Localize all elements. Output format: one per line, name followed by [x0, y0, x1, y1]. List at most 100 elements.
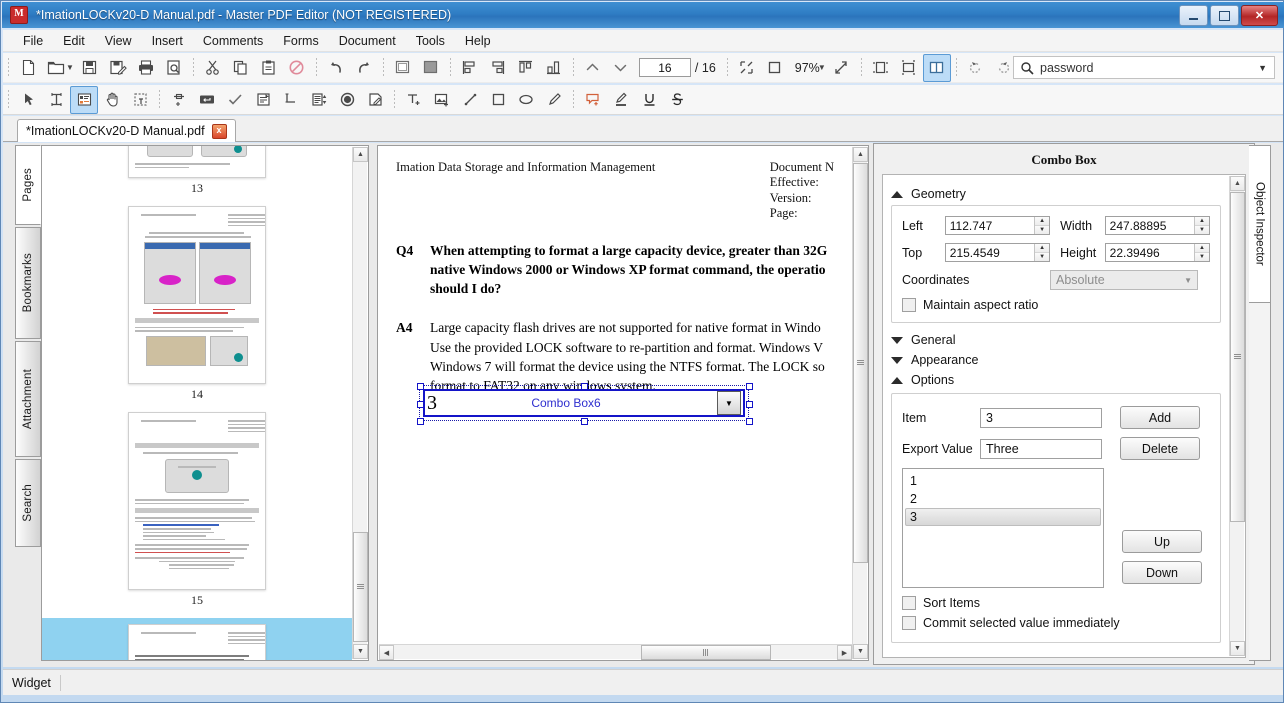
scroll-down-icon[interactable]: ▼	[1230, 641, 1245, 656]
combo-box-field[interactable]: 3 Combo Box6 ▼	[423, 389, 745, 417]
section-general[interactable]: General	[891, 333, 1221, 347]
insert-page-icon[interactable]	[389, 54, 417, 82]
left-spinbox[interactable]: 112.747 ▲ ▼	[944, 216, 1051, 235]
width-spinner[interactable]: ▲ ▼	[1194, 217, 1209, 234]
viewer-horizontal-scrollbar[interactable]: ◀ ▶	[379, 644, 852, 660]
highlight-icon[interactable]	[607, 86, 635, 114]
left-spinner[interactable]: ▲ ▼	[1034, 217, 1050, 234]
commit-value-checkbox[interactable]	[902, 616, 916, 630]
pencil-icon[interactable]	[540, 86, 568, 114]
resize-handle-se[interactable]	[746, 418, 753, 425]
list-item-selected[interactable]: 3	[905, 508, 1101, 526]
menu-forms[interactable]: Forms	[273, 31, 328, 51]
checkbox-field-icon[interactable]	[221, 86, 249, 114]
scroll-up-icon[interactable]: ▲	[853, 147, 868, 162]
insert-blank-page-icon[interactable]	[417, 54, 445, 82]
maximize-button[interactable]	[1210, 5, 1239, 26]
thumbnail-list[interactable]: 13 14 15	[42, 146, 352, 660]
print-icon[interactable]	[132, 54, 160, 82]
resize-handle-e[interactable]	[746, 401, 753, 408]
close-button[interactable]: ✕	[1241, 5, 1278, 26]
pdf-page[interactable]: Imation Data Storage and Information Man…	[378, 146, 852, 644]
paste-icon[interactable]	[255, 54, 283, 82]
fit-width-icon[interactable]	[895, 54, 923, 82]
resize-handle-nw[interactable]	[417, 383, 424, 390]
combo-box-widget[interactable]: 3 Combo Box6 ▼	[417, 383, 753, 425]
height-value[interactable]: 22.39496	[1106, 246, 1194, 260]
select-tool-icon[interactable]	[14, 86, 42, 114]
object-inspector-tab[interactable]: Object Inspector	[1249, 145, 1271, 303]
list-item[interactable]: 2	[905, 490, 1101, 508]
text-field-icon[interactable]	[249, 86, 277, 114]
minimize-button[interactable]	[1179, 5, 1208, 26]
scrollbar-thumb[interactable]	[353, 532, 368, 642]
section-options[interactable]: Options	[891, 373, 1221, 387]
add-button[interactable]: Add	[1120, 406, 1200, 429]
thumbnails-vertical-scrollbar[interactable]: ▲ ▼	[352, 147, 368, 659]
maintain-aspect-checkbox[interactable]	[902, 298, 916, 312]
page-number-input[interactable]: 16	[638, 58, 691, 77]
items-listbox[interactable]: 1 2 3	[902, 468, 1104, 588]
menu-tools[interactable]: Tools	[406, 31, 455, 51]
thumbnail-item[interactable]: 14	[62, 206, 332, 412]
options-row-commit[interactable]: Commit selected value immediately	[902, 616, 1210, 630]
menu-comments[interactable]: Comments	[193, 31, 273, 51]
export-value-input[interactable]: Three	[980, 438, 1102, 459]
sidebar-item-attachment[interactable]: Attachment	[15, 341, 41, 457]
undo-icon[interactable]	[322, 54, 350, 82]
zoom-actual-icon[interactable]	[761, 54, 789, 82]
list-box-icon[interactable]	[305, 86, 333, 114]
scroll-up-icon[interactable]: ▲	[1230, 176, 1245, 191]
top-spinner[interactable]: ▲ ▼	[1034, 244, 1050, 261]
scroll-down-icon[interactable]: ▼	[353, 644, 368, 659]
section-geometry[interactable]: Geometry	[891, 187, 1221, 201]
sidebar-item-bookmarks[interactable]: Bookmarks	[15, 227, 41, 339]
add-text-icon[interactable]	[400, 86, 428, 114]
print-preview-icon[interactable]	[160, 54, 188, 82]
thumbnail-item[interactable]: 15	[62, 412, 332, 618]
strikeout-icon[interactable]	[663, 86, 691, 114]
zoom-fit-icon[interactable]	[733, 54, 761, 82]
height-spinner[interactable]: ▲ ▼	[1194, 244, 1209, 261]
menu-edit[interactable]: Edit	[53, 31, 95, 51]
underline-icon[interactable]	[635, 86, 663, 114]
width-value[interactable]: 247.88895	[1106, 219, 1194, 233]
sort-items-checkbox[interactable]	[902, 596, 916, 610]
left-value[interactable]: 112.747	[946, 219, 1034, 233]
rectangle-icon[interactable]	[484, 86, 512, 114]
add-image-icon[interactable]	[428, 86, 456, 114]
search-box[interactable]: password ▼	[1013, 56, 1275, 79]
hand-tool-icon[interactable]	[98, 86, 126, 114]
signature-field-icon[interactable]	[277, 86, 305, 114]
push-button-icon[interactable]	[193, 86, 221, 114]
thumbnail-item[interactable]: 13	[62, 146, 332, 206]
sidebar-item-search[interactable]: Search	[15, 459, 41, 547]
sidebar-item-pages[interactable]: Pages	[15, 145, 41, 225]
geometry-row-aspect[interactable]: Maintain aspect ratio	[902, 298, 1210, 312]
list-item[interactable]: 1	[905, 472, 1101, 490]
align-left-icon[interactable]	[456, 54, 484, 82]
next-page-icon[interactable]	[607, 54, 635, 82]
ellipse-icon[interactable]	[512, 86, 540, 114]
align-top-icon[interactable]	[512, 54, 540, 82]
open-dropdown-caret-icon[interactable]: ▼	[66, 63, 74, 72]
scrollbar-thumb[interactable]	[641, 645, 771, 660]
select-area-icon[interactable]	[126, 86, 154, 114]
align-bottom-icon[interactable]	[540, 54, 568, 82]
width-spinbox[interactable]: 247.88895 ▲ ▼	[1104, 216, 1210, 235]
zoom-dropdown-caret-icon[interactable]: ▼	[818, 63, 826, 72]
menu-file[interactable]: File	[13, 31, 53, 51]
resize-handle-n[interactable]	[581, 383, 588, 390]
edit-forms-icon[interactable]	[70, 85, 98, 114]
cut-icon[interactable]	[199, 54, 227, 82]
menu-insert[interactable]: Insert	[142, 31, 193, 51]
line-icon[interactable]	[456, 86, 484, 114]
options-row-sort[interactable]: Sort Items	[902, 596, 1210, 610]
thumbnail-item-selected[interactable]: 16	[42, 618, 352, 660]
menu-help[interactable]: Help	[455, 31, 501, 51]
save-icon[interactable]	[76, 54, 104, 82]
viewer-vertical-scrollbar[interactable]: ▲ ▼	[852, 147, 868, 659]
top-value[interactable]: 215.4549	[946, 246, 1034, 260]
combo-box-dropdown-icon[interactable]: ▼	[717, 391, 741, 415]
add-link-icon[interactable]	[165, 86, 193, 114]
